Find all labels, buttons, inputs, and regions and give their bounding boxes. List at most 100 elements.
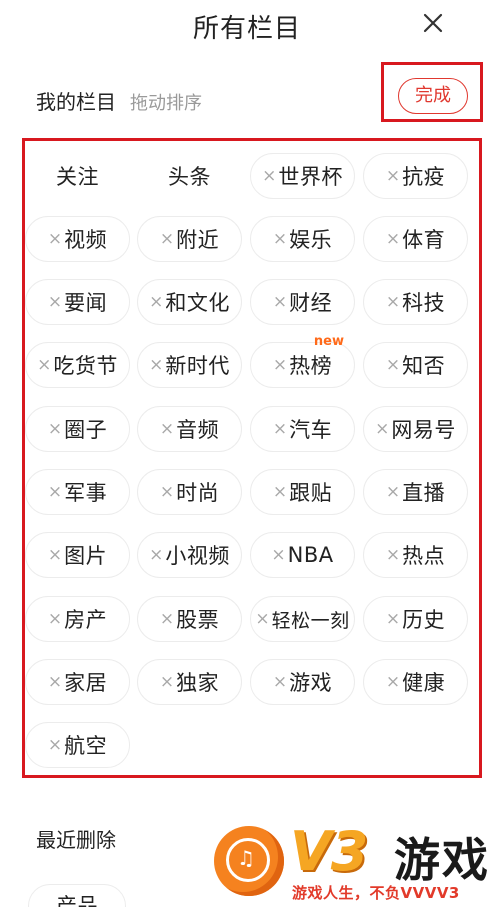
- channel-chip[interactable]: × 时尚: [137, 469, 242, 515]
- channel-chip[interactable]: × 要闻: [25, 279, 130, 325]
- watermark-brand-cn: 游戏: [394, 833, 490, 887]
- channel-chip[interactable]: × 科技: [363, 279, 468, 325]
- channel-chip[interactable]: 关注: [25, 153, 130, 199]
- channel-chip[interactable]: × 股票: [137, 596, 242, 642]
- remove-icon[interactable]: ×: [160, 482, 174, 502]
- channel-chip[interactable]: × 视频: [25, 216, 130, 262]
- remove-icon[interactable]: ×: [386, 672, 400, 692]
- channel-chip[interactable]: × 网易号: [363, 406, 468, 452]
- remove-icon[interactable]: ×: [273, 419, 287, 439]
- remove-icon[interactable]: ×: [160, 419, 174, 439]
- remove-icon[interactable]: ×: [160, 609, 174, 629]
- channel-label: 头条: [168, 165, 211, 189]
- channel-label: 房产: [64, 608, 108, 632]
- channel-label: 要闻: [64, 291, 108, 315]
- remove-icon[interactable]: ×: [48, 672, 62, 692]
- close-icon[interactable]: [416, 6, 450, 40]
- channel-chip[interactable]: × 独家: [137, 659, 242, 705]
- channel-label: 独家: [176, 671, 220, 695]
- remove-icon[interactable]: ×: [386, 482, 400, 502]
- remove-icon[interactable]: ×: [149, 292, 163, 312]
- channel-chip[interactable]: × 世界杯: [250, 153, 355, 199]
- channel-label: 知否: [402, 354, 446, 378]
- done-button[interactable]: 完成: [398, 78, 468, 114]
- remove-icon[interactable]: ×: [48, 229, 62, 249]
- remove-icon[interactable]: ×: [160, 229, 174, 249]
- remove-icon[interactable]: ×: [273, 292, 287, 312]
- remove-icon[interactable]: ×: [149, 545, 163, 565]
- remove-icon[interactable]: ×: [386, 355, 400, 375]
- channel-label: 新时代: [165, 354, 230, 378]
- channel-label: 娱乐: [289, 228, 333, 252]
- channel-chip[interactable]: × 附近: [137, 216, 242, 262]
- channel-chip[interactable]: × 轻松一刻: [250, 596, 355, 642]
- channel-chip[interactable]: × 体育: [363, 216, 468, 262]
- remove-icon[interactable]: ×: [273, 672, 287, 692]
- channel-label: 和文化: [165, 291, 230, 315]
- remove-icon[interactable]: ×: [48, 292, 62, 312]
- channel-chip[interactable]: 头条: [137, 153, 242, 199]
- remove-icon[interactable]: ×: [375, 419, 389, 439]
- channel-chip[interactable]: × 知否: [363, 342, 468, 388]
- remove-icon[interactable]: ×: [262, 166, 276, 186]
- channel-chip[interactable]: × 家居: [25, 659, 130, 705]
- channel-chip[interactable]: × 热点: [363, 532, 468, 578]
- remove-icon[interactable]: ×: [386, 545, 400, 565]
- channel-chip[interactable]: × 汽车: [250, 406, 355, 452]
- new-badge: new: [313, 334, 344, 349]
- remove-icon[interactable]: ×: [273, 229, 287, 249]
- channel-chip[interactable]: × 财经: [250, 279, 355, 325]
- remove-icon[interactable]: ×: [149, 355, 163, 375]
- channel-chip[interactable]: × 历史: [363, 596, 468, 642]
- remove-icon[interactable]: ×: [48, 545, 62, 565]
- remove-icon[interactable]: ×: [271, 545, 285, 565]
- remove-icon[interactable]: ×: [386, 229, 400, 249]
- remove-icon[interactable]: ×: [386, 166, 400, 186]
- channel-label: 轻松一刻: [271, 609, 350, 632]
- my-channels-title: 我的栏目: [36, 90, 116, 114]
- watermark-brand: V3: [290, 820, 368, 883]
- remove-icon[interactable]: ×: [255, 609, 269, 629]
- channel-label: 汽车: [289, 418, 333, 442]
- channel-grid: 关注 头条 × 世界杯 × 抗疫 × 视频 × 附近 × 娱乐 × 体育 × 要闻 × 和文化 × 财经 × 科技 × 吃货节…: [22, 138, 482, 778]
- channel-chip[interactable]: × 跟贴: [250, 469, 355, 515]
- channel-label: 小视频: [165, 544, 230, 568]
- remove-icon[interactable]: ×: [48, 419, 62, 439]
- channel-chip[interactable]: × 军事: [25, 469, 130, 515]
- remove-icon[interactable]: ×: [48, 482, 62, 502]
- channel-chip[interactable]: × 热榜 new: [250, 334, 355, 388]
- channel-label: 财经: [289, 291, 333, 315]
- channel-chip[interactable]: × 新时代: [137, 342, 242, 388]
- channel-chip[interactable]: × 直播: [363, 469, 468, 515]
- channel-chip[interactable]: × 健康: [363, 659, 468, 705]
- watermark-logo: ♫ V3 游戏 游戏人生，不负VVVV3: [208, 820, 494, 907]
- channel-chip[interactable]: × NBA: [250, 532, 355, 578]
- channel-label: 圈子: [64, 418, 108, 442]
- channel-chip[interactable]: × 娱乐: [250, 216, 355, 262]
- channel-chip[interactable]: × 游戏: [250, 659, 355, 705]
- remove-icon[interactable]: ×: [273, 355, 287, 375]
- channel-chip[interactable]: × 航空: [25, 722, 130, 768]
- remove-icon[interactable]: ×: [273, 482, 287, 502]
- remove-icon[interactable]: ×: [386, 609, 400, 629]
- remove-icon[interactable]: ×: [160, 672, 174, 692]
- channel-label: 网易号: [391, 418, 456, 442]
- channel-label: 图片: [64, 544, 108, 568]
- remove-icon[interactable]: ×: [48, 735, 62, 755]
- remove-icon[interactable]: ×: [48, 609, 62, 629]
- channel-label: 健康: [402, 671, 446, 695]
- channel-chip[interactable]: × 吃货节: [25, 342, 130, 388]
- recently-deleted-item[interactable]: 产品: [28, 884, 126, 907]
- channel-chip[interactable]: × 圈子: [25, 406, 130, 452]
- channel-chip[interactable]: × 抗疫: [363, 153, 468, 199]
- remove-icon[interactable]: ×: [37, 355, 51, 375]
- channel-label: 世界杯: [278, 165, 343, 189]
- channel-chip[interactable]: × 房产: [25, 596, 130, 642]
- remove-icon[interactable]: ×: [386, 292, 400, 312]
- channel-label: 科技: [402, 291, 446, 315]
- channel-label: 股票: [176, 608, 220, 632]
- channel-chip[interactable]: × 音频: [137, 406, 242, 452]
- channel-chip[interactable]: × 和文化: [137, 279, 242, 325]
- channel-chip[interactable]: × 图片: [25, 532, 130, 578]
- channel-chip[interactable]: × 小视频: [137, 532, 242, 578]
